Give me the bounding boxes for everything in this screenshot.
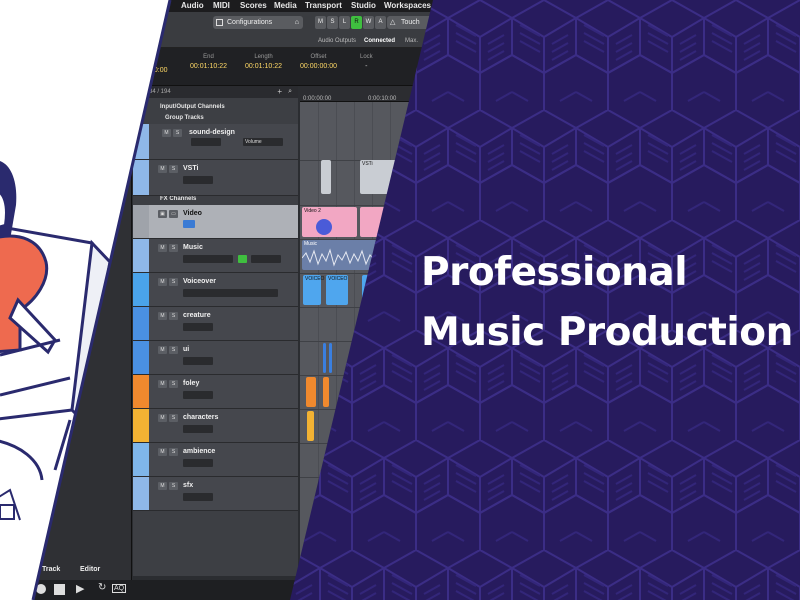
panel-divider-lines: [31, 0, 172, 600]
